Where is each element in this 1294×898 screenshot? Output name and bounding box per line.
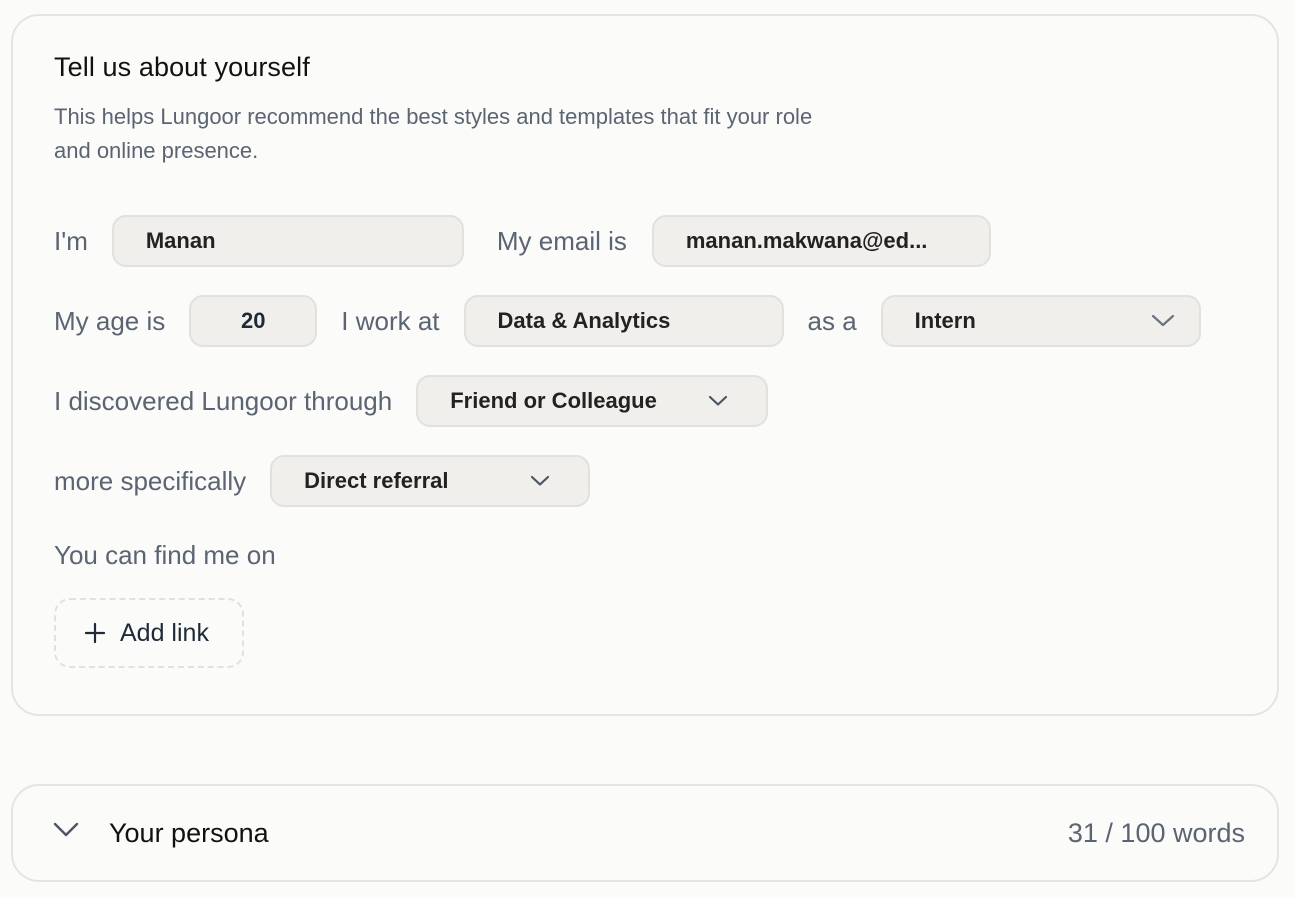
work-label: I work at (341, 305, 440, 336)
age-label: My age is (54, 305, 166, 336)
specific-value: Direct referral (304, 468, 449, 493)
email-value: manan.makwana@ed... (685, 228, 928, 253)
discover-select[interactable]: Friend or Colleague (416, 375, 769, 427)
find-me-row: You can find me on (54, 527, 276, 583)
age-value: 20 (241, 308, 266, 333)
name-email-row: I'm Manan My email is manan.makwana@ed..… (54, 213, 991, 269)
email-field[interactable]: manan.makwana@ed... (651, 215, 991, 267)
chevron-down-icon (708, 395, 728, 407)
age-work-row: My age is 20 I work at Data & Analytics … (54, 293, 1201, 349)
section-description: This helps Lungoor recommend the best st… (54, 104, 813, 163)
word-count: 31 / 100 words (1067, 818, 1245, 848)
specific-row: more specifically Direct referral (54, 453, 591, 509)
specific-select[interactable]: Direct referral (270, 455, 591, 507)
discover-value: Friend or Colleague (450, 388, 657, 413)
add-link-button[interactable]: Add link (54, 598, 244, 668)
role-select[interactable]: Intern (880, 295, 1201, 347)
work-field[interactable]: Data & Analytics (463, 295, 784, 347)
persona-card[interactable]: Your persona 31 / 100 words (11, 784, 1279, 882)
chevron-down-icon[interactable] (53, 822, 79, 843)
add-link-label: Add link (120, 618, 209, 647)
role-value: Intern (914, 308, 976, 333)
persona-title: Your persona (109, 818, 269, 848)
name-field[interactable]: Manan (111, 215, 464, 267)
email-label: My email is (496, 225, 627, 256)
discover-label: I discovered Lungoor through (54, 385, 393, 416)
work-value: Data & Analytics (497, 308, 671, 333)
name-label: I'm (54, 225, 88, 256)
age-field[interactable]: 20 (189, 295, 318, 347)
specific-label: more specifically (54, 465, 247, 496)
chevron-down-icon (530, 475, 550, 487)
plus-icon (84, 622, 106, 644)
find-label: You can find me on (54, 539, 276, 570)
about-card: Tell us about yourself This helps Lungoo… (11, 14, 1279, 716)
section-title: Tell us about yourself (54, 52, 310, 82)
discover-row: I discovered Lungoor through Friend or C… (54, 373, 769, 429)
name-value: Manan (145, 228, 216, 253)
chevron-down-icon (1151, 314, 1175, 328)
role-label: as a (807, 305, 857, 336)
